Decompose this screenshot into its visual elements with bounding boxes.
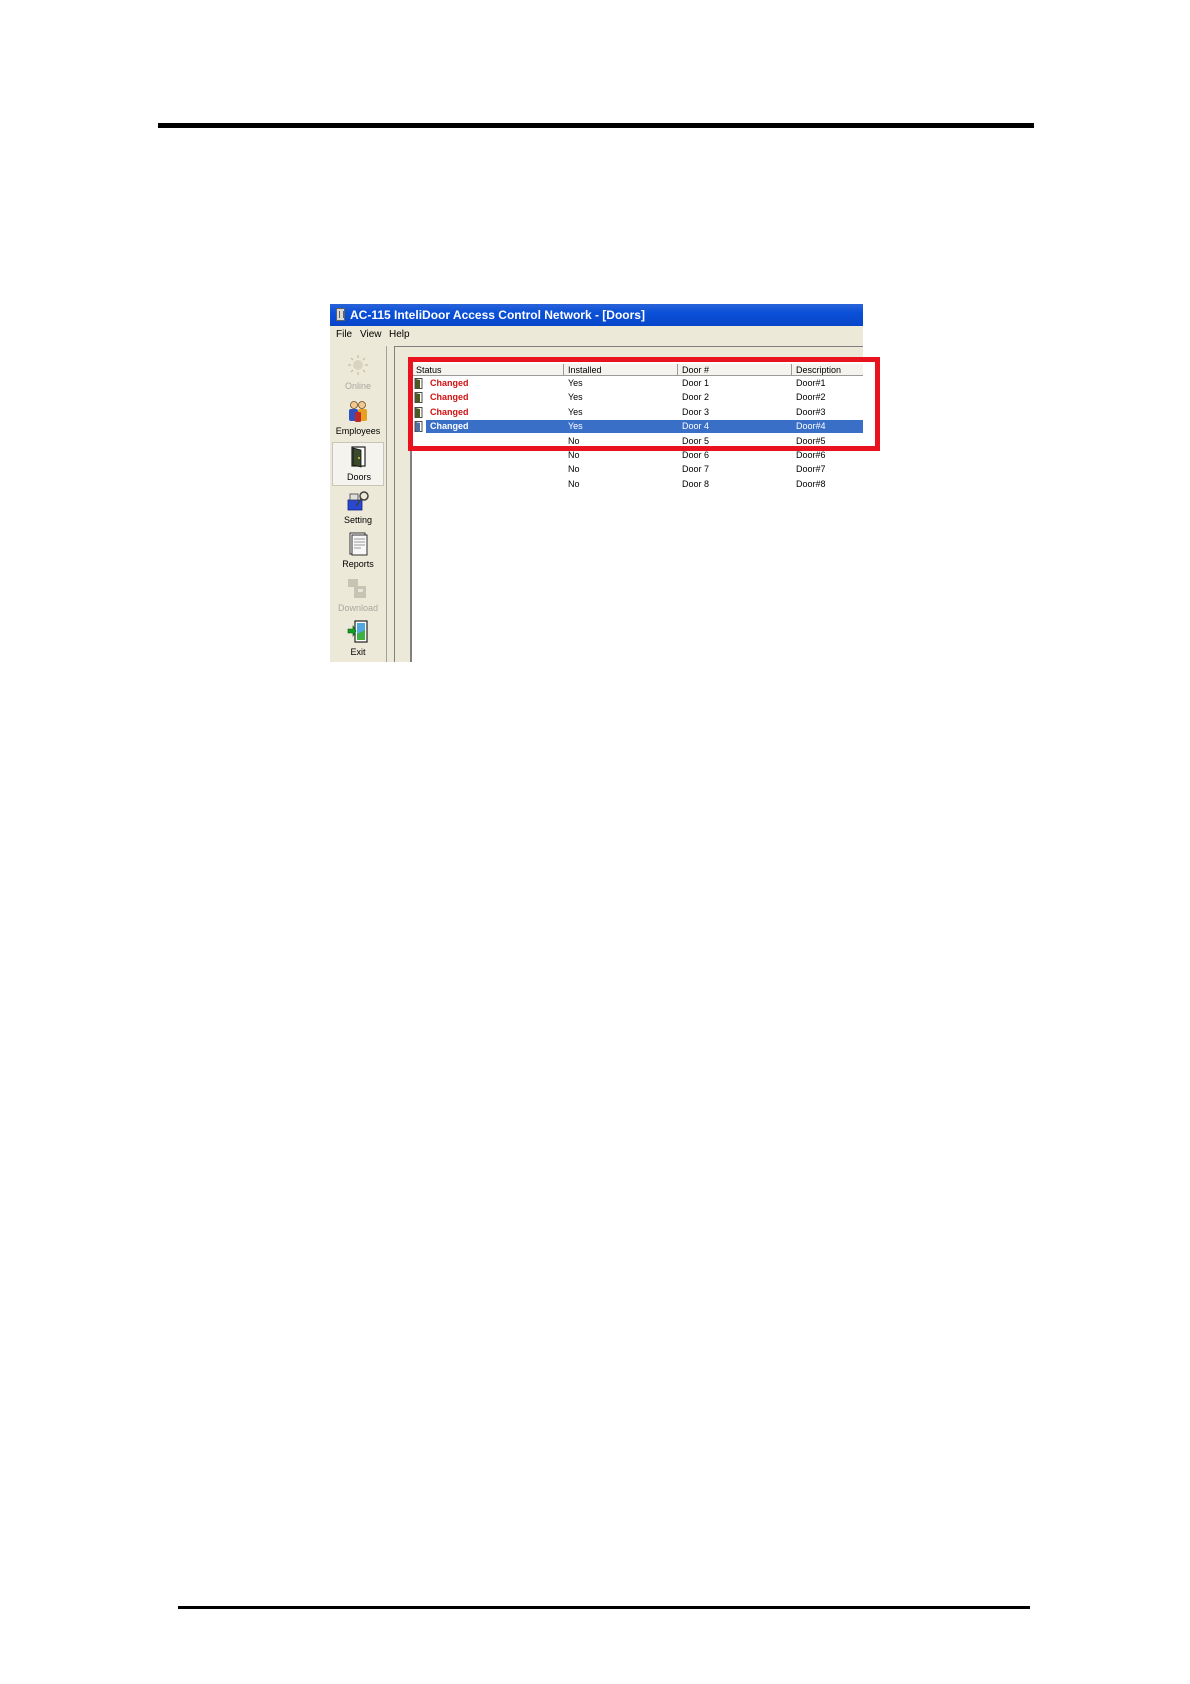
cell-door: Door 7 — [682, 464, 710, 475]
sidebar-item-online[interactable]: Online — [332, 352, 384, 396]
download-icon — [348, 579, 366, 598]
sidebar-item-download[interactable]: Download — [332, 574, 384, 618]
online-icon — [348, 355, 368, 375]
top-rule — [158, 123, 1034, 128]
title-bar[interactable]: AC-115 InteliDoor Access Control Network… — [330, 304, 863, 326]
table-row[interactable]: No Door 7 Door#7 — [412, 463, 863, 476]
menu-file[interactable]: File — [336, 329, 352, 340]
reports-icon — [349, 532, 368, 556]
sidebar-label-download: Download — [337, 603, 379, 613]
cell-installed: No — [568, 478, 580, 489]
sidebar-item-reports[interactable]: Reports — [332, 530, 384, 574]
highlight-box — [408, 357, 880, 451]
cell-description: Door#8 — [796, 478, 826, 489]
sidebar-label-online: Online — [344, 381, 371, 391]
door-icon — [351, 446, 366, 468]
sidebar: Online Employees Doors Setting Reports D… — [332, 346, 387, 662]
sidebar-label-doors: Doors — [346, 472, 371, 482]
sidebar-label-employees: Employees — [335, 426, 381, 436]
sidebar-item-setting[interactable]: Setting — [332, 486, 384, 530]
exit-icon — [347, 620, 368, 643]
menu-bar: File View Help — [330, 326, 863, 344]
setting-icon — [347, 491, 369, 511]
cell-description: Door#7 — [796, 464, 826, 475]
table-row[interactable]: No Door 8 Door#8 — [412, 478, 863, 491]
sidebar-item-exit[interactable]: Exit — [332, 618, 384, 662]
menu-view[interactable]: View — [360, 329, 382, 340]
sidebar-item-employees[interactable]: Employees — [332, 397, 384, 441]
app-icon — [336, 308, 345, 321]
employees-icon — [349, 401, 367, 422]
sidebar-label-reports: Reports — [342, 559, 374, 569]
sidebar-label-setting: Setting — [343, 515, 373, 525]
menu-help[interactable]: Help — [389, 329, 410, 340]
bottom-rule — [178, 1606, 1030, 1609]
sidebar-item-doors[interactable]: Doors — [332, 442, 384, 486]
sidebar-label-exit: Exit — [350, 647, 366, 657]
cell-door: Door 8 — [682, 478, 710, 489]
cell-installed: No — [568, 464, 580, 475]
window-title: AC-115 InteliDoor Access Control Network… — [350, 308, 645, 322]
